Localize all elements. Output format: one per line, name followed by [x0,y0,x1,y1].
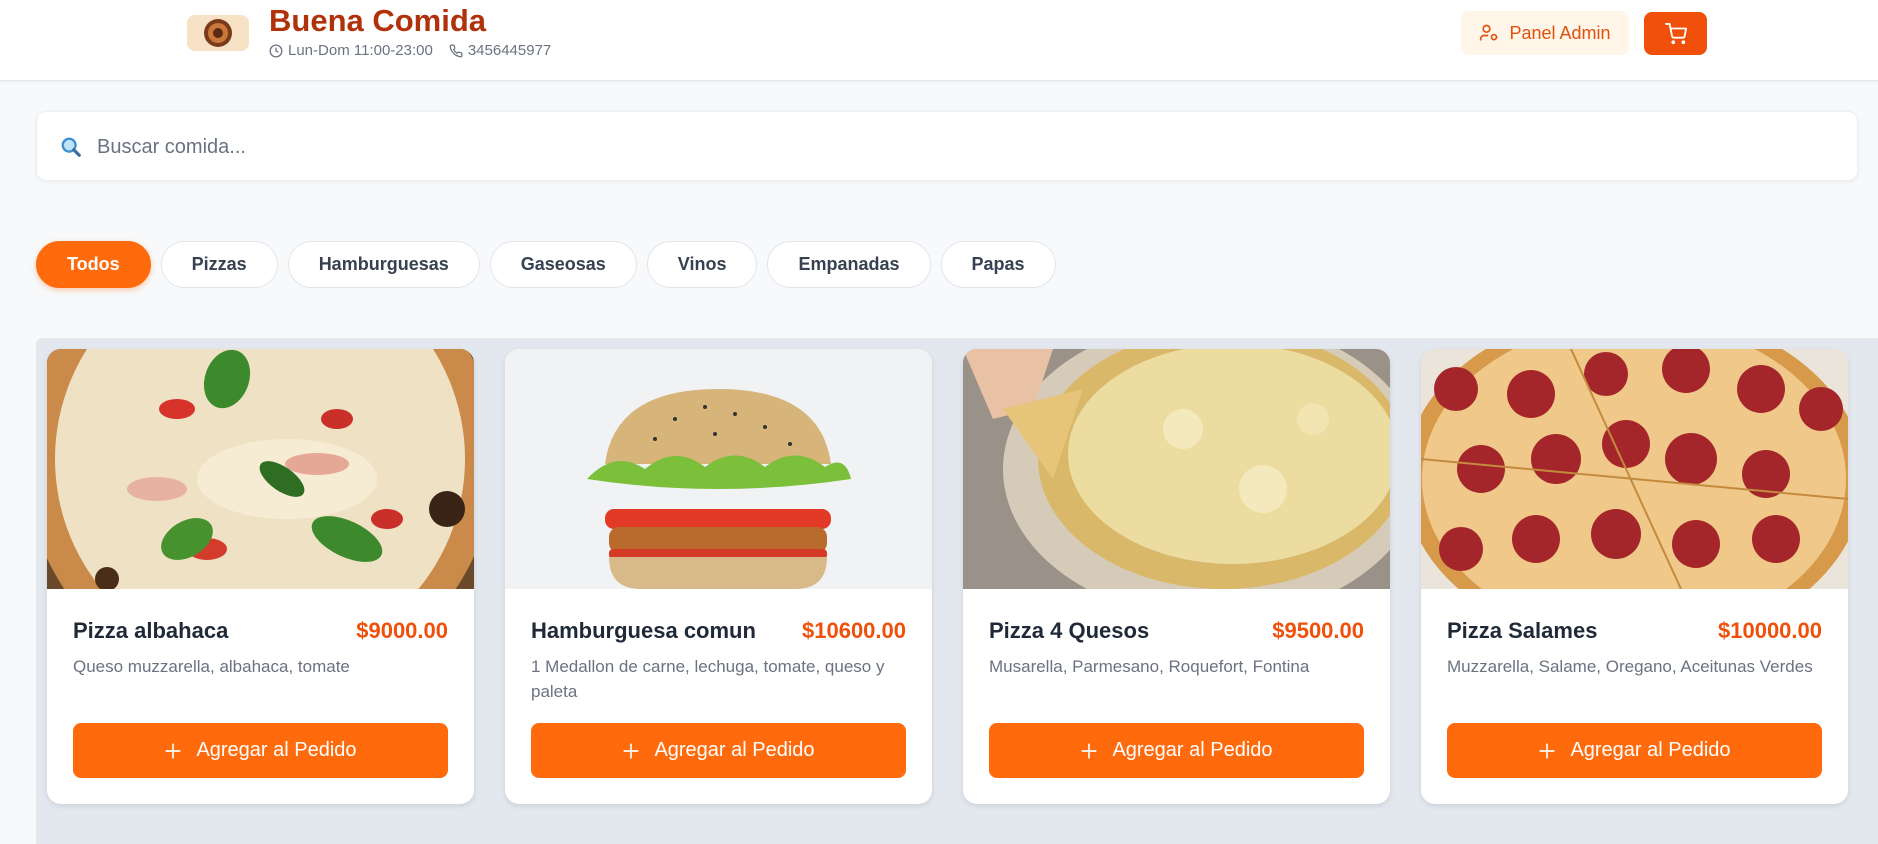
product-price: $9500.00 [1272,618,1364,643]
category-hamburguesas[interactable]: Hamburguesas [287,241,480,288]
plus-icon [1539,742,1556,759]
category-empanadas[interactable]: Empanadas [767,241,931,288]
category-papas[interactable]: Papas [940,241,1056,288]
category-todos[interactable]: Todos [36,241,151,288]
product-price: $9000.00 [356,618,448,643]
product-card: Hamburguesa comun $10600.00 1 Medallon d… [505,349,932,804]
plus-icon [623,742,640,759]
app-header: Buena Comida Lun-Dom 11:00-23:00 3456445… [0,0,1878,81]
admin-panel-label: Panel Admin [1509,22,1611,43]
product-card: Pizza albahaca $9000.00 Queso muzzarella… [47,349,474,804]
add-to-order-label: Agregar al Pedido [654,739,815,761]
cart-button[interactable] [1644,12,1707,55]
product-price: $10000.00 [1718,618,1822,643]
product-card: Pizza Salames $10000.00 Muzzarella, Sala… [1421,349,1848,804]
category-filter: Todos Pizzas Hamburguesas Gaseosas Vinos… [36,241,1066,289]
product-name: Pizza albahaca [73,618,229,643]
restaurant-name: Buena Comida [269,3,487,38]
add-to-order-label: Agregar al Pedido [1570,739,1731,761]
phone-icon [449,44,463,57]
product-price: $10600.00 [802,618,906,643]
product-image [1421,349,1848,589]
phone-number: 3456445977 [467,42,552,59]
clock-icon [269,44,283,57]
product-grid: Pizza albahaca $9000.00 Queso muzzarella… [36,338,1878,844]
admin-panel-button[interactable]: Panel Admin [1461,11,1629,55]
cart-icon [1664,22,1687,44]
search-bar [36,111,1858,181]
user-settings-icon [1480,24,1498,41]
product-image [47,349,474,589]
add-to-order-button[interactable]: Agregar al Pedido [989,723,1364,778]
add-to-order-button[interactable]: Agregar al Pedido [531,723,906,778]
plus-icon [165,742,182,759]
product-name: Hamburguesa comun [531,618,756,643]
product-name: Pizza Salames [1447,618,1598,643]
product-description: Musarella, Parmesano, Roquefort, Fontina [989,657,1310,676]
product-card: Pizza 4 Quesos $9500.00 Musarella, Parme… [963,349,1390,804]
plus-icon [1081,742,1098,759]
product-image [963,349,1390,589]
category-gaseosas[interactable]: Gaseosas [489,241,637,288]
add-to-order-label: Agregar al Pedido [196,739,357,761]
product-description: Queso muzzarella, albahaca, tomate [73,657,350,676]
restaurant-info: Lun-Dom 11:00-23:00 3456445977 [269,42,567,59]
product-description: 1 Medallon de carne, lechuga, tomate, qu… [531,657,885,701]
add-to-order-label: Agregar al Pedido [1112,739,1273,761]
category-pizzas[interactable]: Pizzas [160,241,278,288]
product-name: Pizza 4 Quesos [989,618,1150,643]
product-description: Muzzarella, Salame, Oregano, Aceitunas V… [1447,657,1813,676]
category-vinos[interactable]: Vinos [646,241,758,288]
product-image [505,349,932,589]
search-input[interactable] [97,128,1817,166]
search-icon [61,137,81,157]
restaurant-logo[interactable] [187,15,249,51]
add-to-order-button[interactable]: Agregar al Pedido [73,723,448,778]
add-to-order-button[interactable]: Agregar al Pedido [1447,723,1822,778]
opening-hours: Lun-Dom 11:00-23:00 [288,42,433,59]
